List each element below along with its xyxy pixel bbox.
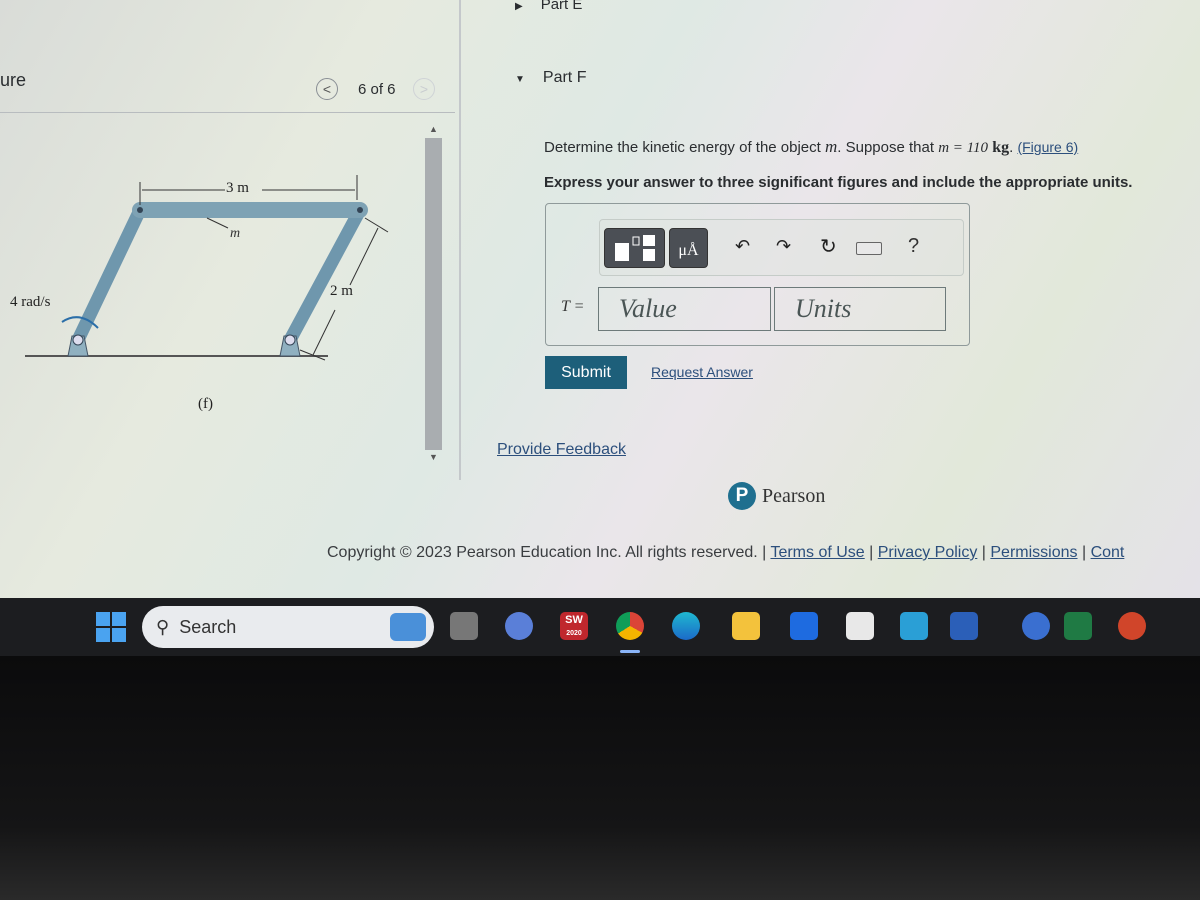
caret-down-icon: ▼ xyxy=(515,74,525,85)
file-explorer-icon[interactable] xyxy=(732,612,760,640)
start-button[interactable] xyxy=(96,612,126,642)
part-e-label: Part E xyxy=(540,0,583,13)
copyright-text: Copyright © 2023 Pearson Education Inc. … xyxy=(327,544,758,561)
contact-link[interactable]: Cont xyxy=(1091,544,1125,561)
widgets-icon[interactable] xyxy=(390,613,426,641)
store-icon[interactable] xyxy=(846,612,874,640)
keyboard-icon[interactable] xyxy=(856,242,882,255)
value-input[interactable] xyxy=(598,287,771,331)
reset-icon[interactable]: ↻ xyxy=(820,234,837,259)
dropbox-icon[interactable] xyxy=(790,612,818,640)
windows-icon xyxy=(96,612,126,642)
submit-button[interactable]: Submit xyxy=(545,356,627,389)
active-app-indicator xyxy=(620,650,640,653)
figure-scrollbar[interactable] xyxy=(425,138,442,450)
prompt-dot: . xyxy=(1009,139,1014,156)
units-button[interactable]: μÅ xyxy=(669,228,708,268)
request-answer-link[interactable]: Request Answer xyxy=(651,364,753,380)
templates-icon xyxy=(615,235,655,261)
solidworks-text: SW xyxy=(565,614,583,626)
math-toolbar: μÅ ↶ ↷ ↻ ? xyxy=(599,219,964,276)
figure-caption: (f) xyxy=(198,396,213,412)
instruction: Express your answer to three significant… xyxy=(544,174,1133,191)
pearson-logo-icon: P xyxy=(728,482,756,510)
provide-feedback-link[interactable]: Provide Feedback xyxy=(497,441,626,459)
chevron-right-icon: > xyxy=(419,81,429,97)
label-link-length: 2 m xyxy=(330,283,353,299)
search-icon: ⚲ xyxy=(156,616,170,637)
terms-link[interactable]: Terms of Use xyxy=(770,544,864,561)
answer-box: μÅ ↶ ↷ ↻ ? T = xyxy=(545,203,970,346)
units-icon: μÅ xyxy=(678,242,699,259)
divider xyxy=(0,112,455,113)
copilot-icon[interactable] xyxy=(1022,612,1050,640)
caret-right-icon: ▶ xyxy=(515,1,523,12)
pearson-brand: Pearson xyxy=(762,484,826,507)
task-view-icon[interactable] xyxy=(450,612,478,640)
taskbar-search[interactable]: ⚲ Search xyxy=(142,606,434,648)
prompt-unit: kg xyxy=(992,139,1010,156)
solidworks-icon[interactable]: SW 2020 xyxy=(560,612,588,640)
figure-counter: 6 of 6 xyxy=(358,81,396,98)
permissions-link[interactable]: Permissions xyxy=(990,544,1077,561)
redo-icon[interactable]: ↷ xyxy=(776,236,791,257)
undo-icon[interactable]: ↶ xyxy=(735,236,750,257)
part-f-header[interactable]: ▼ Part F xyxy=(515,69,586,87)
part-f-label: Part F xyxy=(542,69,587,86)
edge-icon[interactable] xyxy=(672,612,700,640)
question-prompt: Determine the kinetic energy of the obje… xyxy=(544,137,1078,157)
scroll-down-icon[interactable]: ▼ xyxy=(429,452,438,462)
powerpoint-icon[interactable] xyxy=(1118,612,1146,640)
help-icon[interactable]: ? xyxy=(908,235,919,258)
chrome-icon[interactable] xyxy=(616,612,644,640)
prompt-text: Determine the kinetic energy of the obje… xyxy=(544,139,821,156)
scroll-up-icon[interactable]: ▲ xyxy=(429,124,438,134)
templates-button[interactable] xyxy=(604,228,665,268)
chevron-left-icon: < xyxy=(322,81,332,97)
units-input[interactable] xyxy=(774,287,946,331)
prompt-text-mid: . Suppose that xyxy=(837,139,935,156)
prompt-equation: m = 110 xyxy=(938,140,989,156)
browser-screen: ure < 6 of 6 > 3 m m 2 m 4 rad/s (f) ▲ ▼… xyxy=(0,0,1200,598)
laptop-bezel xyxy=(0,656,1200,900)
prev-figure-button[interactable]: < xyxy=(316,78,338,100)
answer-label: T = xyxy=(561,298,585,315)
footer: Copyright © 2023 Pearson Education Inc. … xyxy=(327,544,1125,561)
figure-panel-title: ure xyxy=(0,70,27,90)
mail-icon[interactable] xyxy=(900,612,928,640)
prompt-variable: m xyxy=(825,137,838,156)
panel-divider xyxy=(459,0,461,480)
solidworks-year: 2020 xyxy=(566,630,582,637)
excel-icon[interactable] xyxy=(1064,612,1092,640)
label-angular-velocity: 4 rad/s xyxy=(10,294,51,310)
meet-icon[interactable] xyxy=(505,612,533,640)
search-label: Search xyxy=(179,616,237,637)
label-mass: m xyxy=(230,226,241,241)
label-top-length: 3 m xyxy=(226,180,249,196)
figure-link[interactable]: (Figure 6) xyxy=(1017,139,1078,155)
pearson-logo: P Pearson xyxy=(728,482,825,510)
word-icon[interactable] xyxy=(950,612,978,640)
privacy-link[interactable]: Privacy Policy xyxy=(878,544,978,561)
next-figure-button[interactable]: > xyxy=(413,78,435,100)
part-e-header[interactable]: ▶ Part E xyxy=(515,0,582,13)
